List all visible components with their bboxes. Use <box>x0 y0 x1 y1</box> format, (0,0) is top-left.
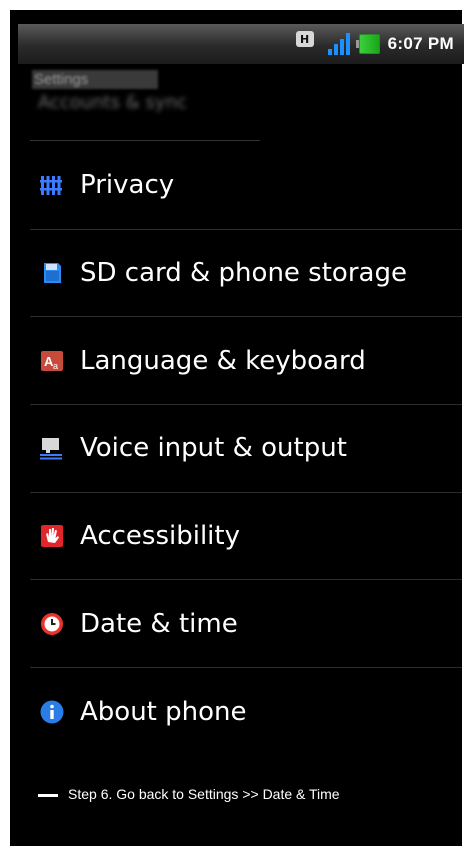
privacy-icon <box>40 173 64 197</box>
settings-item-privacy[interactable]: Privacy <box>30 142 462 230</box>
settings-item-label: Accessibility <box>80 521 240 552</box>
settings-item-label: Voice input & output <box>80 433 347 464</box>
step-caption: Step 6. Go back to Settings >> Date & Ti… <box>38 780 438 808</box>
settings-item-label: Privacy <box>80 170 175 201</box>
page-title: Settings <box>32 70 159 89</box>
settings-item-label: Date & time <box>80 608 238 639</box>
caption-text: Step 6. Go back to Settings >> Date & Ti… <box>68 786 340 802</box>
network-type-badge: H <box>295 31 314 47</box>
status-bar: H 6:07 PM <box>18 24 464 64</box>
clock-icon <box>40 612 64 636</box>
language-icon: A a <box>40 349 64 373</box>
bullet-dash <box>38 794 58 797</box>
settings-list: Privacy SD card & phone storage A a Lang… <box>30 142 462 756</box>
settings-item-voice[interactable]: Voice input & output <box>30 405 462 493</box>
divider <box>30 140 260 141</box>
settings-item-date-time[interactable]: Date & time <box>30 580 462 669</box>
settings-item-about-phone[interactable]: About phone <box>30 668 462 756</box>
settings-item-language[interactable]: A a Language & keyboard <box>30 317 462 406</box>
settings-item-sd-card[interactable]: SD card & phone storage <box>30 230 462 318</box>
battery-icon <box>355 33 382 55</box>
info-icon <box>40 700 64 724</box>
sd-card-icon <box>40 261 64 285</box>
settings-item-accessibility[interactable]: Accessibility <box>30 493 462 581</box>
svg-text:a: a <box>53 361 58 371</box>
accessibility-icon <box>40 524 64 548</box>
signal-icon <box>327 33 350 55</box>
settings-item-label: Language & keyboard <box>80 345 366 376</box>
status-clock: 6:07 PM <box>387 34 454 53</box>
settings-item-label: About phone <box>80 696 247 727</box>
voice-icon <box>40 436 64 460</box>
settings-item-accounts[interactable]: Accounts & sync <box>38 92 187 113</box>
settings-item-label: SD card & phone storage <box>80 258 407 289</box>
